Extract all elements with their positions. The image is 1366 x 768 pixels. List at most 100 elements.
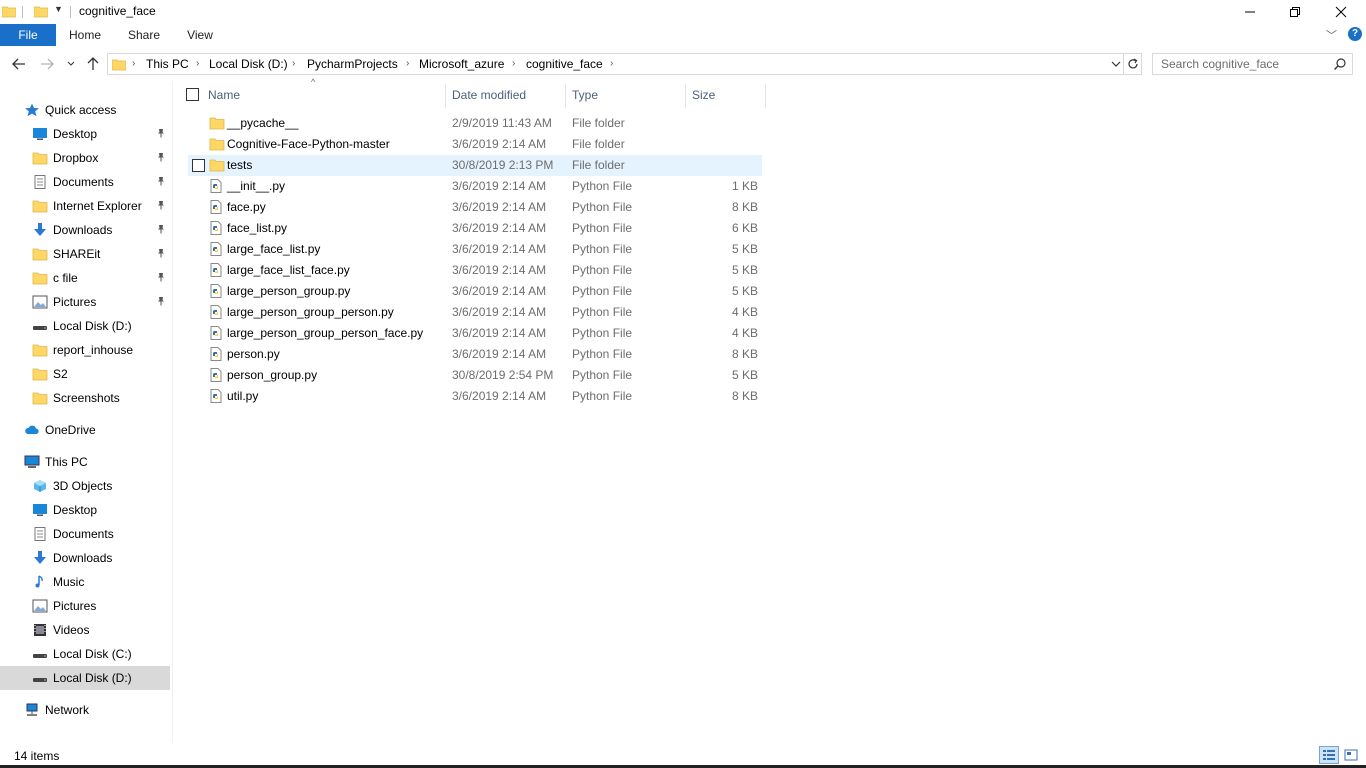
refresh-button[interactable] bbox=[1124, 53, 1142, 75]
column-header-type[interactable]: Type bbox=[572, 88, 598, 102]
navigation-bar: › This PC › Local Disk (D:) › PycharmPro… bbox=[0, 50, 1366, 78]
back-button[interactable] bbox=[8, 53, 30, 75]
recent-locations-chevron-icon[interactable] bbox=[62, 53, 80, 75]
tab-view[interactable]: View bbox=[178, 24, 222, 46]
pin-icon[interactable] bbox=[156, 200, 166, 213]
sidebar-item-music[interactable]: Music bbox=[0, 570, 170, 594]
pin-icon[interactable] bbox=[156, 272, 166, 285]
large-icons-view-button[interactable] bbox=[1341, 746, 1361, 764]
sidebar-item-shareit[interactable]: SHAREit bbox=[0, 242, 170, 266]
customize-toolbar-chevron-icon[interactable]: ▼ bbox=[54, 4, 63, 14]
sidebar-item-local-disk-d[interactable]: Local Disk (D:) bbox=[0, 314, 170, 338]
sidebar-item-3d-objects[interactable]: 3D Objects bbox=[0, 474, 170, 498]
search-input[interactable]: Search cognitive_face bbox=[1161, 57, 1279, 71]
file-row[interactable]: util.py 3/6/2019 2:14 AM Python File 8 KB bbox=[188, 386, 762, 407]
sidebar-item-quick-access[interactable]: Quick access bbox=[0, 98, 170, 122]
sidebar-item-s2[interactable]: S2 bbox=[0, 362, 170, 386]
pin-icon[interactable] bbox=[156, 248, 166, 261]
file-row[interactable]: large_person_group_person_face.py 3/6/201… bbox=[188, 323, 762, 344]
up-button[interactable] bbox=[83, 53, 103, 75]
sidebar-item-network[interactable]: Network bbox=[0, 698, 170, 722]
sidebar-item-dropbox[interactable]: Dropbox bbox=[0, 146, 170, 170]
sidebar-item-videos[interactable]: Videos bbox=[0, 618, 170, 642]
column-divider[interactable] bbox=[765, 84, 766, 108]
file-size: 8 KB bbox=[731, 389, 758, 403]
column-divider[interactable] bbox=[445, 84, 446, 108]
sidebar-item-label: OneDrive bbox=[45, 423, 96, 437]
column-header-name[interactable]: Name bbox=[208, 88, 240, 102]
breadcrumb-pycharmprojects[interactable]: PycharmProjects bbox=[307, 57, 398, 71]
row-select-checkbox[interactable] bbox=[192, 159, 205, 172]
tab-home[interactable]: Home bbox=[63, 24, 107, 46]
file-row[interactable]: large_face_list.py 3/6/2019 2:14 AM Python… bbox=[188, 239, 762, 260]
expand-ribbon-chevron-icon[interactable]: ﹀ bbox=[1326, 27, 1337, 43]
breadcrumb-separator-icon[interactable]: › bbox=[406, 58, 409, 69]
file-row[interactable]: tests 30/8/2019 2:13 PM File folder bbox=[188, 155, 762, 176]
sidebar-item-onedrive[interactable]: OneDrive bbox=[0, 418, 170, 442]
details-view-button[interactable] bbox=[1319, 746, 1339, 764]
breadcrumb-separator-icon[interactable]: › bbox=[512, 58, 515, 69]
breadcrumb-local-disk-d[interactable]: Local Disk (D:) bbox=[209, 57, 288, 71]
file-row[interactable]: face.py 3/6/2019 2:14 AM Python File 8 KB bbox=[188, 197, 762, 218]
sidebar-item-downloads[interactable]: Downloads bbox=[0, 546, 170, 570]
sidebar-item-desktop[interactable]: Desktop bbox=[0, 498, 170, 522]
sidebar-item-pictures[interactable]: Pictures bbox=[0, 290, 170, 314]
forward-button[interactable] bbox=[36, 53, 58, 75]
file-row[interactable]: large_person_group.py 3/6/2019 2:14 AM Pyt… bbox=[188, 281, 762, 302]
breadcrumb-separator-icon[interactable]: › bbox=[610, 58, 613, 69]
breadcrumb-separator-icon[interactable]: › bbox=[292, 58, 295, 69]
file-date-modified: 3/6/2019 2:14 AM bbox=[452, 305, 547, 319]
sidebar-item-desktop[interactable]: Desktop bbox=[0, 122, 170, 146]
file-row[interactable]: Cognitive-Face-Python-master 3/6/2019 2:1… bbox=[188, 134, 762, 155]
sidebar-item-internet-explorer[interactable]: Internet Explorer bbox=[0, 194, 170, 218]
help-button[interactable]: ? bbox=[1348, 27, 1362, 41]
address-bar[interactable]: › This PC › Local Disk (D:) › PycharmPro… bbox=[107, 53, 1124, 75]
python-file-icon bbox=[209, 221, 223, 235]
file-row[interactable]: __pycache__ 2/9/2019 11:43 AM File folder bbox=[188, 113, 762, 134]
file-date-modified: 30/8/2019 2:13 PM bbox=[452, 158, 554, 172]
column-divider[interactable] bbox=[685, 84, 686, 108]
file-row[interactable]: face_list.py 3/6/2019 2:14 AM Python File 6… bbox=[188, 218, 762, 239]
search-box[interactable]: Search cognitive_face bbox=[1152, 53, 1353, 75]
file-row[interactable]: large_face_list_face.py 3/6/2019 2:14 AM P… bbox=[188, 260, 762, 281]
sidebar-item-c-file[interactable]: c file bbox=[0, 266, 170, 290]
sidebar-item-this-pc[interactable]: This PC bbox=[0, 450, 170, 474]
column-header-date-modified[interactable]: Date modified bbox=[452, 88, 526, 102]
file-type: Python File bbox=[572, 263, 633, 277]
pin-icon[interactable] bbox=[156, 128, 166, 141]
address-history-chevron-icon[interactable] bbox=[1111, 57, 1121, 74]
pin-icon[interactable] bbox=[156, 152, 166, 165]
select-all-checkbox[interactable] bbox=[186, 88, 199, 101]
sidebar-item-documents[interactable]: Documents bbox=[0, 522, 170, 546]
pin-icon[interactable] bbox=[156, 176, 166, 189]
file-row[interactable]: large_person_group_person.py 3/6/2019 2:1… bbox=[188, 302, 762, 323]
file-type: File folder bbox=[572, 158, 625, 172]
sidebar-item-report-inhouse[interactable]: report_inhouse bbox=[0, 338, 170, 362]
file-row[interactable]: __init__.py 3/6/2019 2:14 AM Python File 1 … bbox=[188, 176, 762, 197]
breadcrumb-separator-icon[interactable]: › bbox=[132, 58, 135, 69]
new-folder-icon[interactable] bbox=[33, 4, 49, 21]
file-row[interactable]: person_group.py 30/8/2019 2:54 PM Python F… bbox=[188, 365, 762, 386]
file-row[interactable]: person.py 3/6/2019 2:14 AM Python File 8 KB bbox=[188, 344, 762, 365]
file-date-modified: 3/6/2019 2:14 AM bbox=[452, 179, 547, 193]
sidebar-item-pictures[interactable]: Pictures bbox=[0, 594, 170, 618]
search-icon[interactable] bbox=[1333, 57, 1347, 74]
sidebar-item-screenshots[interactable]: Screenshots bbox=[0, 386, 170, 410]
breadcrumb-separator-icon[interactable]: › bbox=[196, 58, 199, 69]
column-header-size[interactable]: Size bbox=[692, 88, 715, 102]
minimize-button[interactable] bbox=[1227, 0, 1273, 24]
tab-file[interactable]: File bbox=[0, 24, 56, 46]
sidebar-item-local-disk-d[interactable]: Local Disk (D:) bbox=[0, 666, 170, 690]
tab-share[interactable]: Share bbox=[122, 24, 166, 46]
breadcrumb-cognitive-face[interactable]: cognitive_face bbox=[526, 57, 603, 71]
restore-button[interactable] bbox=[1272, 0, 1318, 24]
sidebar-item-local-disk-c[interactable]: Local Disk (C:) bbox=[0, 642, 170, 666]
sidebar-item-documents[interactable]: Documents bbox=[0, 170, 170, 194]
close-button[interactable] bbox=[1318, 0, 1364, 24]
pin-icon[interactable] bbox=[156, 296, 166, 309]
pin-icon[interactable] bbox=[156, 224, 166, 237]
column-divider[interactable] bbox=[565, 84, 566, 108]
breadcrumb-microsoft-azure[interactable]: Microsoft_azure bbox=[419, 57, 504, 71]
breadcrumb-this-pc[interactable]: This PC bbox=[146, 57, 189, 71]
sidebar-item-downloads[interactable]: Downloads bbox=[0, 218, 170, 242]
